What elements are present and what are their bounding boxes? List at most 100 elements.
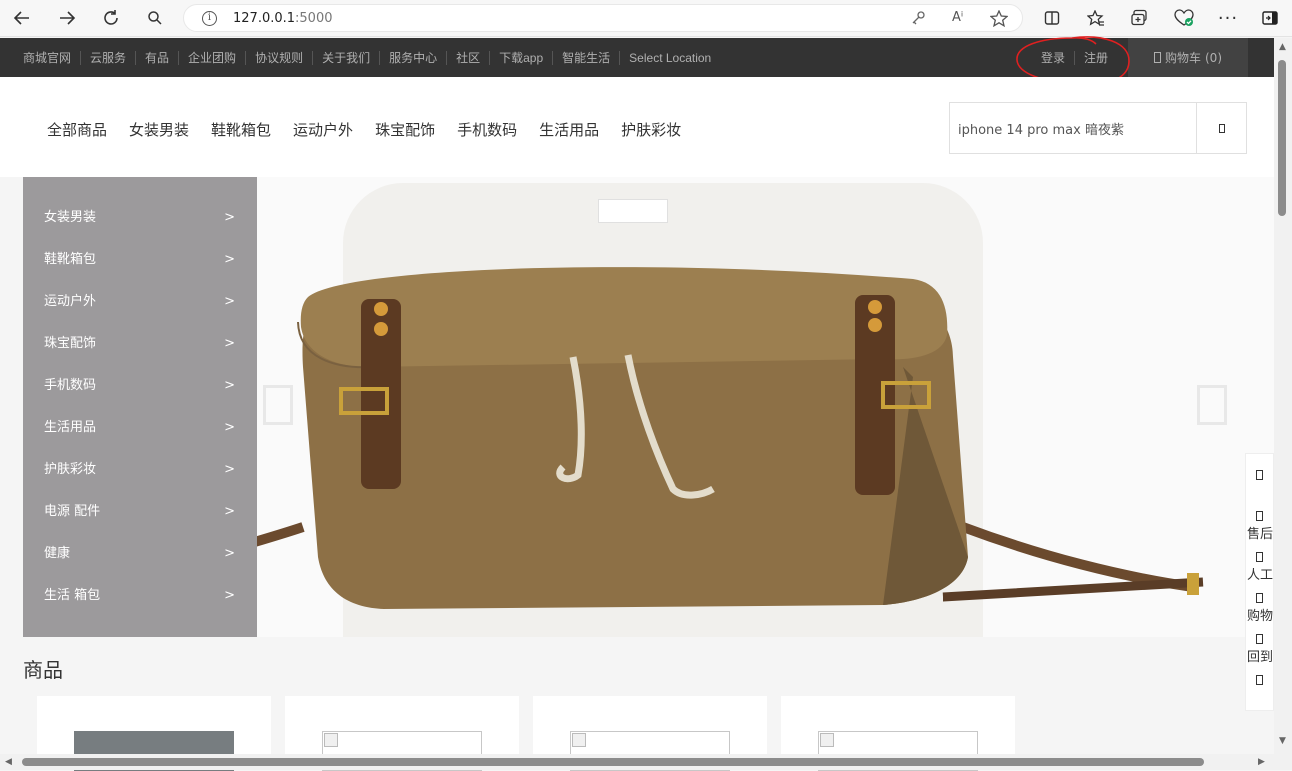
vertical-scroll-thumb[interactable] (1278, 60, 1286, 216)
sidebar-item-apparel[interactable]: 女装男装 > (23, 197, 257, 239)
nav-living[interactable]: 生活用品 (528, 119, 610, 140)
nav-jewelry[interactable]: 珠宝配饰 (364, 119, 446, 140)
health-icon[interactable] (1171, 6, 1197, 30)
chevron-right-icon: > (224, 252, 235, 267)
nav-sports[interactable]: 运动户外 (282, 119, 364, 140)
category-nav: 全部商品 女装男装 鞋靴箱包 运动户外 珠宝配饰 手机数码 生活用品 护肤彩妆 (36, 119, 692, 140)
topnav-community[interactable]: 社区 (446, 50, 489, 65)
scroll-down-icon[interactable]: ▼ (1279, 736, 1286, 746)
broken-image-icon (572, 733, 586, 747)
nav-skincare[interactable]: 护肤彩妆 (610, 119, 692, 140)
register-link[interactable]: 注册 (1074, 50, 1117, 65)
search-button[interactable] (1196, 103, 1246, 153)
split-screen-icon[interactable] (1039, 6, 1065, 30)
sidebar-item-label: 运动户外 (44, 294, 97, 309)
sidebar-item-label: 女装男装 (44, 210, 97, 225)
horizontal-scroll-thumb[interactable] (22, 758, 1204, 766)
sidebar-item-label: 生活用品 (44, 420, 97, 435)
topnav-download[interactable]: 下载app (489, 50, 552, 65)
tool-phone[interactable] (1246, 454, 1273, 495)
topnav-youpin[interactable]: 有品 (135, 50, 178, 65)
browser-toolbar: i 127.0.0.1:5000 Aⁱ ··· (0, 0, 1292, 37)
shirt-label (598, 199, 668, 223)
horizontal-scrollbar[interactable]: ◀ ▶ (0, 754, 1292, 770)
nav-apparel[interactable]: 女装男装 (118, 119, 200, 140)
search-icon[interactable] (142, 6, 168, 30)
nav-digital[interactable]: 手机数码 (446, 119, 528, 140)
sidebar-item-health[interactable]: 健康 > (23, 533, 257, 575)
address-host: 127.0.0.1 (233, 11, 296, 26)
site-header: 全部商品 女装男装 鞋靴箱包 运动户外 珠宝配饰 手机数码 生活用品 护肤彩妆 (0, 77, 1274, 177)
sidebar-item-shoes-bags[interactable]: 鞋靴箱包 > (23, 239, 257, 281)
nav-shoes-bags[interactable]: 鞋靴箱包 (200, 119, 282, 140)
favorites-icon[interactable] (1083, 6, 1109, 30)
back-icon[interactable] (9, 6, 35, 30)
chevron-right-icon: > (224, 336, 235, 351)
topnav-location[interactable]: Select Location (619, 50, 720, 65)
key-icon[interactable] (910, 10, 926, 30)
topnav-smart-life[interactable]: 智能生活 (552, 50, 619, 65)
address-port: :5000 (295, 11, 333, 26)
sidebar-item-label: 生活 箱包 (44, 588, 101, 603)
service-icon (1256, 511, 1263, 521)
sidebar-item-bags[interactable]: 生活 箱包 > (23, 575, 257, 617)
search-box (949, 102, 1247, 154)
favorite-icon[interactable] (989, 9, 1009, 31)
topnav-mall[interactable]: 商城官网 (14, 51, 80, 65)
cart-label: 购物车 (1164, 51, 1201, 65)
tool-cart[interactable]: 购物 (1246, 577, 1273, 624)
hero-banner[interactable]: 女装男装 > 鞋靴箱包 > 运动户外 > 珠宝配饰 > 手机数码 > 生活用品 > 护肤彩妆… (23, 177, 1274, 637)
topnav-enterprise[interactable]: 企业团购 (178, 50, 245, 65)
broken-image-icon (324, 733, 338, 747)
topnav-about[interactable]: 关于我们 (312, 50, 379, 65)
chevron-right-icon: > (224, 420, 235, 435)
topnav-service[interactable]: 服务中心 (379, 50, 446, 65)
address-url[interactable]: 127.0.0.1:5000 (233, 11, 333, 26)
tool-chat[interactable]: 人工 (1246, 536, 1273, 583)
sidebar-item-power[interactable]: 电源 配件 > (23, 491, 257, 533)
read-aloud-icon[interactable]: Aⁱ (952, 10, 963, 25)
collections-icon[interactable] (1127, 6, 1153, 30)
more-icon[interactable]: ··· (1215, 6, 1241, 30)
site-topbar: 商城官网 云服务 有品 企业团购 协议规则 关于我们 服务中心 社区 下载app… (0, 38, 1274, 77)
sidebar-item-skincare[interactable]: 护肤彩妆 > (23, 449, 257, 491)
nav-all-products[interactable]: 全部商品 (36, 119, 118, 140)
tool-up[interactable] (1246, 659, 1273, 700)
login-link[interactable]: 登录 (1032, 51, 1074, 65)
scroll-up-icon[interactable]: ▲ (1279, 42, 1286, 52)
slide-next-button[interactable] (1197, 385, 1227, 425)
chevron-right-icon: > (224, 462, 235, 477)
sidebar-item-sports[interactable]: 运动户外 > (23, 281, 257, 323)
refresh-icon[interactable] (98, 6, 124, 30)
topnav-rules[interactable]: 协议规则 (245, 50, 312, 65)
chevron-right-icon: > (224, 210, 235, 225)
sidebar-item-living[interactable]: 生活用品 > (23, 407, 257, 449)
top-nav: 商城官网 云服务 有品 企业团购 协议规则 关于我们 服务中心 社区 下载app… (14, 38, 720, 77)
info-icon[interactable]: i (202, 11, 217, 26)
sidebar-item-digital[interactable]: 手机数码 > (23, 365, 257, 407)
address-bar[interactable]: i 127.0.0.1:5000 Aⁱ (183, 4, 1023, 32)
cart-count: (0) (1205, 50, 1222, 65)
scroll-left-icon[interactable]: ◀ (5, 757, 12, 767)
search-glyph-icon (1218, 123, 1225, 133)
auth-links: 登录 注册 (1032, 38, 1117, 77)
slide-prev-button[interactable] (263, 385, 293, 425)
sidebar-icon[interactable] (1257, 6, 1283, 30)
chevron-right-icon: > (224, 588, 235, 603)
topnav-cloud[interactable]: 云服务 (80, 50, 135, 65)
forward-icon[interactable] (54, 6, 80, 30)
scroll-right-icon[interactable]: ▶ (1258, 757, 1265, 767)
sidebar-item-label: 手机数码 (44, 378, 97, 393)
search-input[interactable] (950, 103, 1196, 153)
cart-icon (1153, 52, 1161, 63)
sidebar-item-jewelry[interactable]: 珠宝配饰 > (23, 323, 257, 365)
vertical-scrollbar[interactable]: ▲ ▼ (1274, 38, 1292, 754)
chevron-right-icon: > (224, 546, 235, 561)
broken-image-icon (820, 733, 834, 747)
tool-after-sales[interactable]: 售后 (1246, 495, 1273, 542)
chat-icon (1256, 552, 1263, 562)
tool-back-top[interactable]: 回到 (1246, 618, 1273, 665)
cart-icon (1256, 593, 1263, 603)
top-cart-button[interactable]: 购物车 (0) (1128, 38, 1248, 77)
phone-icon (1256, 470, 1263, 480)
